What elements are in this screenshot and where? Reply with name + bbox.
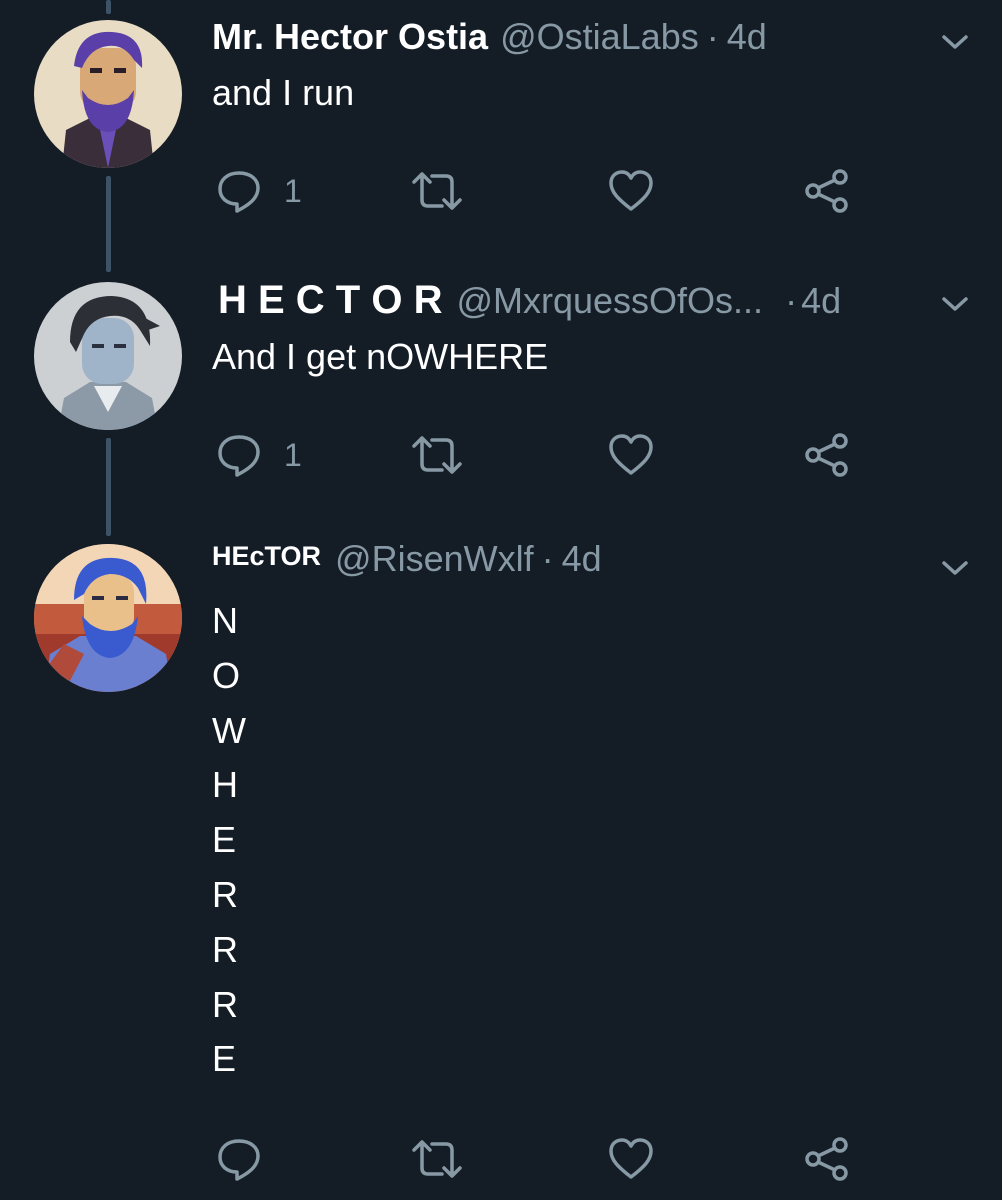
timestamp[interactable]: 4d [562,538,602,580]
avatar-image [34,282,182,430]
chevron-down-icon[interactable] [940,558,970,578]
tweet-text: And I get nOWHERE [212,336,549,377]
share-icon [805,169,848,213]
user-handle[interactable]: @MxrquessOfOs... [456,280,763,322]
tweet-actions: 1 [0,432,1002,482]
avatar[interactable] [34,20,182,168]
reply-button[interactable]: 1 [216,432,302,478]
user-handle[interactable]: @OstiaLabs [500,16,699,58]
retweet-icon [412,172,462,210]
like-button[interactable] [608,168,654,214]
text-line: N [212,600,238,641]
avatar-image [34,544,182,692]
heart-icon [609,434,653,475]
tweet-text: N O W H E R R R E [212,594,246,1087]
reply-count: 1 [284,172,302,209]
text-line: E [212,819,237,861]
retweet-button[interactable] [410,432,464,478]
tweet[interactable]: HEcTOR @RisenWxlf · 4d N O W H E R R R E [0,534,1002,1200]
text-line: R [212,873,238,915]
text-line: W [212,709,246,751]
heart-icon [609,1138,653,1179]
share-icon [805,1137,848,1181]
display-name[interactable]: HEcTOR [212,541,321,572]
text-line: R [212,928,238,970]
text-line: R [212,983,238,1025]
share-button[interactable] [804,1136,850,1182]
like-button[interactable] [608,1136,654,1182]
heart-icon [609,170,653,211]
text-line: H [212,764,238,806]
reply-icon [218,435,260,477]
tweet-text: and I run [212,72,355,113]
retweet-icon [412,1140,462,1178]
share-icon [805,433,848,477]
reply-button[interactable] [216,1136,262,1182]
retweet-button[interactable] [410,168,464,214]
reply-button[interactable]: 1 [216,168,302,214]
share-button[interactable] [804,432,850,478]
retweet-icon [412,436,462,474]
display-name[interactable]: Mr. Hector Ostia [212,16,488,58]
chevron-down-icon[interactable] [940,294,970,314]
tweet-actions: 1 [0,168,1002,218]
reply-count: 1 [284,436,302,473]
tweet[interactable]: H E C T O R @MxrquessOfOs... · 4d And I … [0,270,1002,534]
reply-icon [218,1139,260,1181]
avatar[interactable] [34,282,182,430]
tweet[interactable]: Mr. Hector Ostia @OstiaLabs · 4d and I r… [0,0,1002,270]
like-button[interactable] [608,432,654,478]
chevron-down-icon[interactable] [940,32,970,52]
tweet-header: HEcTOR @RisenWxlf · 4d [212,538,602,594]
separator: · [706,16,719,57]
separator: · [785,280,798,321]
avatar-image [34,20,182,168]
tweet-header: H E C T O R @MxrquessOfOs... · 4d [212,278,841,324]
text-line: O [212,654,241,696]
separator: · [541,538,554,579]
tweet-header: Mr. Hector Ostia @OstiaLabs · 4d [212,16,767,62]
retweet-button[interactable] [410,1136,464,1182]
timestamp[interactable]: 4d [727,16,767,58]
share-button[interactable] [804,168,850,214]
text-line: E [212,1038,237,1080]
timestamp[interactable]: 4d [801,280,841,322]
user-handle[interactable]: @RisenWxlf [335,538,534,580]
tweet-actions [0,1136,1002,1186]
reply-icon [218,171,260,213]
display-name[interactable]: H E C T O R [218,278,442,323]
avatar[interactable] [34,544,182,692]
